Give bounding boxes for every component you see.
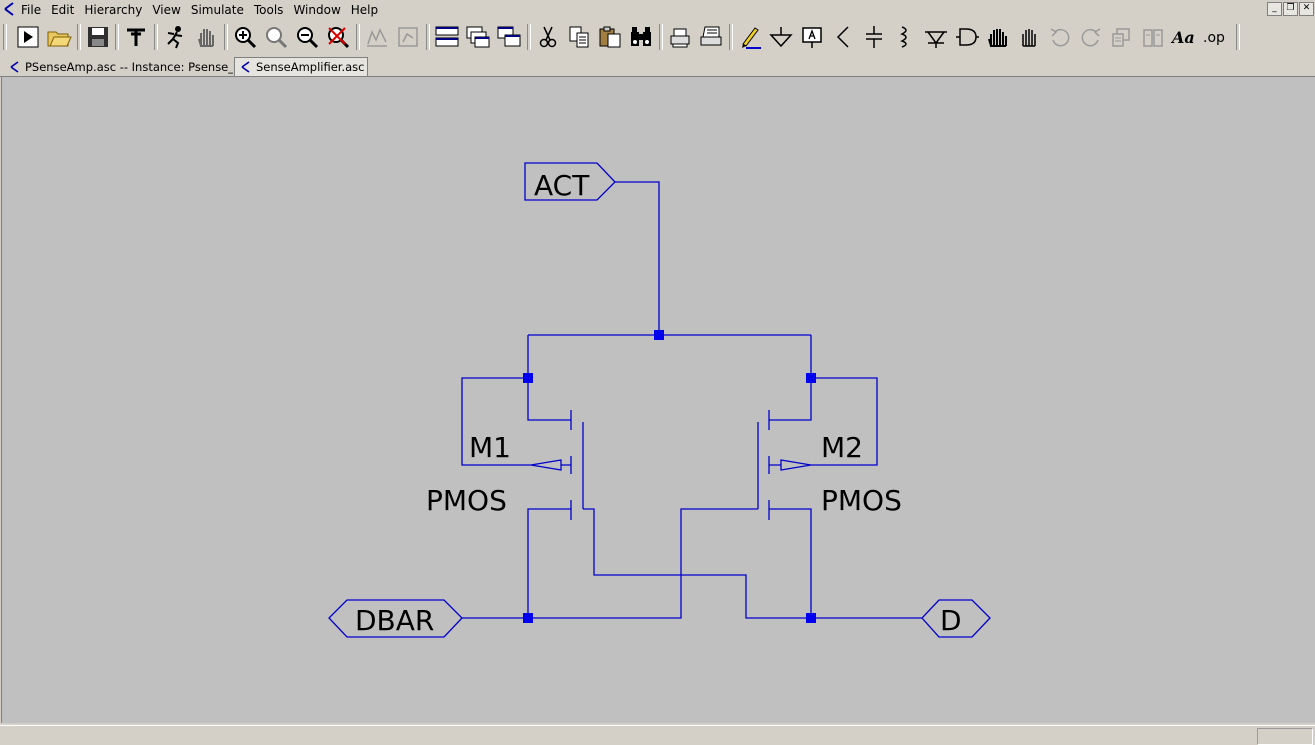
schematic-icon <box>241 61 250 73</box>
cascade-icon[interactable] <box>464 23 492 51</box>
toolbar-separator <box>3 24 7 50</box>
print-setup-icon[interactable] <box>697 23 725 51</box>
draw-wire-icon[interactable] <box>736 23 764 51</box>
save-icon[interactable] <box>84 23 112 51</box>
toolbar: Aa .op <box>0 21 1315 55</box>
tile-horizontal-icon[interactable] <box>433 23 461 51</box>
zoom-cancel-icon[interactable] <box>324 23 352 51</box>
tab-label: PSenseAmp.asc -- Instance: Psense_A <box>25 59 233 74</box>
junction-dot <box>806 613 816 623</box>
app-icon <box>4 2 14 16</box>
halt-icon[interactable] <box>161 23 189 51</box>
transistor-m2[interactable] <box>757 410 812 520</box>
schematic-icon <box>10 60 19 73</box>
run-icon[interactable] <box>14 23 42 51</box>
tab-psenseamp[interactable]: PSenseAmp.asc -- Instance: Psense_A <box>4 58 233 75</box>
svg-text:Aa: Aa <box>1171 28 1195 47</box>
toolbar-separator <box>426 24 430 50</box>
window-controls: _ ❐ ✕ <box>1267 2 1314 16</box>
toolbar-separator <box>356 24 360 50</box>
toolbar-separator <box>659 24 663 50</box>
control-panel-icon[interactable] <box>122 23 150 51</box>
tab-senseamplifier[interactable]: SenseAmplifier.asc <box>234 57 368 76</box>
wire[interactable] <box>462 508 758 619</box>
port-label-act: ACT <box>534 169 590 202</box>
restore-icon[interactable]: ❐ <box>1283 2 1298 16</box>
open-icon[interactable] <box>45 23 73 51</box>
zoom-in-icon[interactable] <box>231 23 259 51</box>
drag-icon[interactable] <box>1015 23 1043 51</box>
junction-dot <box>654 330 664 340</box>
text-icon[interactable]: Aa <box>1170 23 1198 51</box>
undo-icon[interactable] <box>1046 23 1074 51</box>
menu-view[interactable]: View <box>147 0 185 20</box>
wire[interactable] <box>527 335 571 421</box>
status-panel <box>1257 728 1313 745</box>
wire[interactable] <box>583 508 922 619</box>
toolbar-separator <box>1236 24 1240 50</box>
toolbar-separator <box>224 24 228 50</box>
document-tab-bar: PSenseAmp.asc -- Instance: Psense_A Sens… <box>0 57 1315 77</box>
menu-help[interactable]: Help <box>346 0 383 20</box>
label-net-icon[interactable] <box>798 23 826 51</box>
mirror-icon[interactable] <box>1139 23 1167 51</box>
status-bar <box>0 725 1315 745</box>
instance-type-m2: PMOS <box>821 484 902 517</box>
junction-dot <box>523 373 533 383</box>
component-icon[interactable] <box>953 23 981 51</box>
instance-name-m1: M1 <box>469 431 511 464</box>
wire[interactable] <box>615 181 660 335</box>
tile-vertical-icon[interactable] <box>495 23 523 51</box>
zoom-full-icon[interactable] <box>262 23 290 51</box>
menu-simulate[interactable]: Simulate <box>186 0 249 20</box>
junction-dot <box>806 373 816 383</box>
paste-icon[interactable] <box>596 23 624 51</box>
pan-icon[interactable] <box>192 23 220 51</box>
schematic-drawing[interactable]: ACT DBAR D M1 PMOS M2 PMOS <box>2 77 1315 723</box>
tab-label: SenseAmplifier.asc <box>256 60 365 74</box>
capacitor-icon[interactable] <box>860 23 888 51</box>
fit-icon[interactable] <box>394 23 422 51</box>
instance-type-m1: PMOS <box>426 484 507 517</box>
inductor-icon[interactable] <box>891 23 919 51</box>
menu-file[interactable]: File <box>16 0 46 20</box>
find-icon[interactable] <box>627 23 655 51</box>
menu-tools[interactable]: Tools <box>249 0 289 20</box>
ground-icon[interactable] <box>767 23 795 51</box>
toolbar-separator <box>154 24 158 50</box>
instance-name-m2: M2 <box>821 431 863 464</box>
wire[interactable] <box>769 508 812 618</box>
print-icon[interactable] <box>666 23 694 51</box>
menu-edit[interactable]: Edit <box>46 0 79 20</box>
menu-window[interactable]: Window <box>288 0 345 20</box>
port-label-d: D <box>940 604 962 637</box>
menu-bar: File Edit Hierarchy View Simulate Tools … <box>16 0 383 20</box>
spice-directive-icon[interactable]: .op <box>1201 23 1229 51</box>
autoscale-icon[interactable] <box>363 23 391 51</box>
toolbar-separator <box>527 24 531 50</box>
copy-icon[interactable] <box>565 23 593 51</box>
move-icon[interactable] <box>984 23 1012 51</box>
menu-hierarchy[interactable]: Hierarchy <box>79 0 147 20</box>
minimize-icon[interactable]: _ <box>1267 2 1282 16</box>
close-icon[interactable]: ✕ <box>1299 2 1314 16</box>
resistor-icon[interactable] <box>829 23 857 51</box>
toolbar-separator <box>729 24 733 50</box>
toolbar-separator <box>115 24 119 50</box>
schematic-canvas[interactable]: ACT DBAR D M1 PMOS M2 PMOS <box>1 77 1315 723</box>
redo-icon[interactable] <box>1077 23 1105 51</box>
port-label-dbar: DBAR <box>355 604 434 637</box>
wire[interactable] <box>527 508 571 618</box>
svg-text:.op: .op <box>1203 30 1225 46</box>
junction-dot <box>523 613 533 623</box>
diode-icon[interactable] <box>922 23 950 51</box>
wire[interactable] <box>769 335 812 421</box>
toolbar-separator <box>77 24 81 50</box>
rotate-icon[interactable] <box>1108 23 1136 51</box>
zoom-out-icon[interactable] <box>293 23 321 51</box>
transistor-m1[interactable] <box>530 410 584 520</box>
cut-icon[interactable] <box>534 23 562 51</box>
